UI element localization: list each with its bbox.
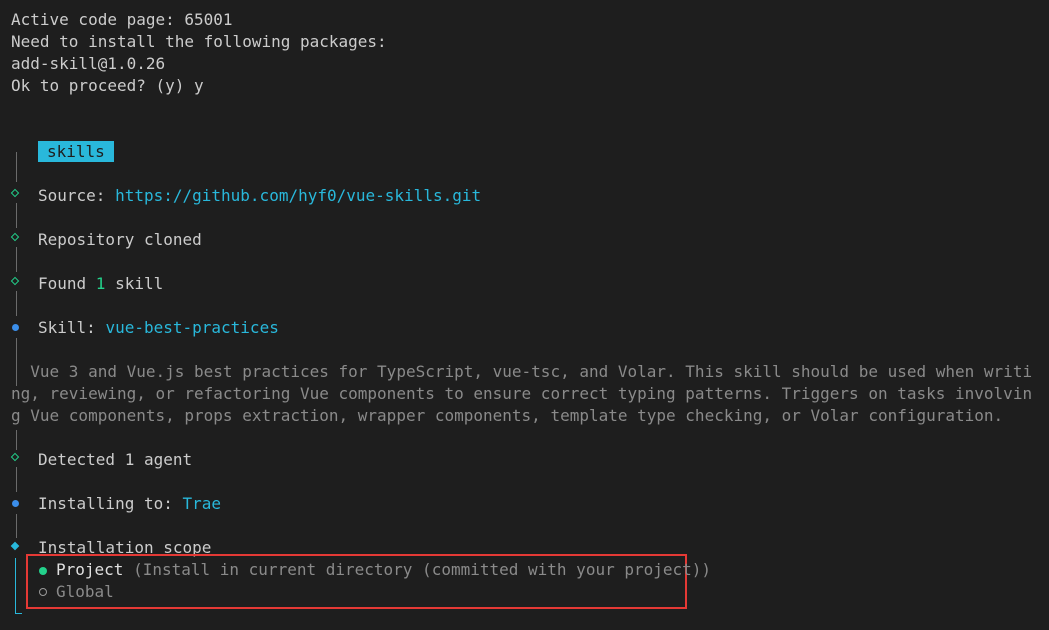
- found-skill-line: Found 1 skill: [38, 273, 163, 295]
- found-count: 1: [95, 274, 106, 293]
- prompt-bracket-connector: [15, 558, 22, 614]
- gutter-connector: [16, 514, 17, 538]
- gutter-connector: [16, 430, 17, 450]
- found-suffix: skill: [105, 274, 164, 293]
- source-label: Source:: [38, 186, 116, 205]
- step-done-icon: [10, 452, 20, 462]
- terminal-line-package-name: add-skill@1.0.26: [11, 54, 166, 73]
- gutter-connector: [16, 152, 17, 182]
- source-line: Source: https://github.com/hyf0/vue-skil…: [38, 185, 481, 207]
- skill-name: vue-best-practices: [105, 318, 279, 337]
- terminal-line-code-page: Active code page: 65001: [11, 10, 233, 29]
- gutter-connector: [16, 291, 17, 316]
- installing-label: Installing to:: [38, 494, 183, 513]
- detected-agent-status: Detected 1 agent: [38, 450, 193, 469]
- skill-label: Skill:: [38, 318, 106, 337]
- installing-to-line: Installing to: Trae: [38, 493, 221, 515]
- step-active-dot-icon: [12, 500, 19, 507]
- step-done-icon: [10, 188, 20, 198]
- terminal-line-proceed-prompt: Ok to proceed? (y) y: [11, 76, 204, 95]
- option-global-label: Global: [56, 582, 114, 601]
- found-prefix: Found: [38, 274, 96, 293]
- gutter-connector: [16, 247, 17, 272]
- option-project-hint: (Install in current directory (committed…: [123, 560, 712, 579]
- step-prompt-icon: [10, 541, 20, 551]
- scope-option-project[interactable]: Project (Install in current directory (c…: [56, 559, 711, 581]
- radio-selected-icon[interactable]: [39, 567, 47, 575]
- terminal-line-install-notice: Need to install the following packages:: [11, 32, 387, 51]
- skill-description: Vue 3 and Vue.js best practices for Type…: [11, 362, 1033, 425]
- radio-empty-icon[interactable]: [39, 588, 47, 596]
- source-url-link[interactable]: https://github.com/hyf0/vue-skills.git: [115, 186, 481, 205]
- gutter-connector: [16, 203, 17, 228]
- repository-cloned-status: Repository cloned: [38, 230, 202, 249]
- scope-option-global[interactable]: Global: [56, 581, 114, 603]
- step-done-icon: [10, 276, 20, 286]
- skills-badge: skills: [38, 141, 114, 162]
- gutter-connector: [16, 467, 17, 492]
- step-active-dot-icon: [12, 324, 19, 331]
- skill-line: Skill: vue-best-practices: [38, 317, 279, 339]
- installing-target: Trae: [182, 494, 222, 513]
- step-done-icon: [10, 232, 20, 242]
- option-project-label: Project: [56, 560, 124, 579]
